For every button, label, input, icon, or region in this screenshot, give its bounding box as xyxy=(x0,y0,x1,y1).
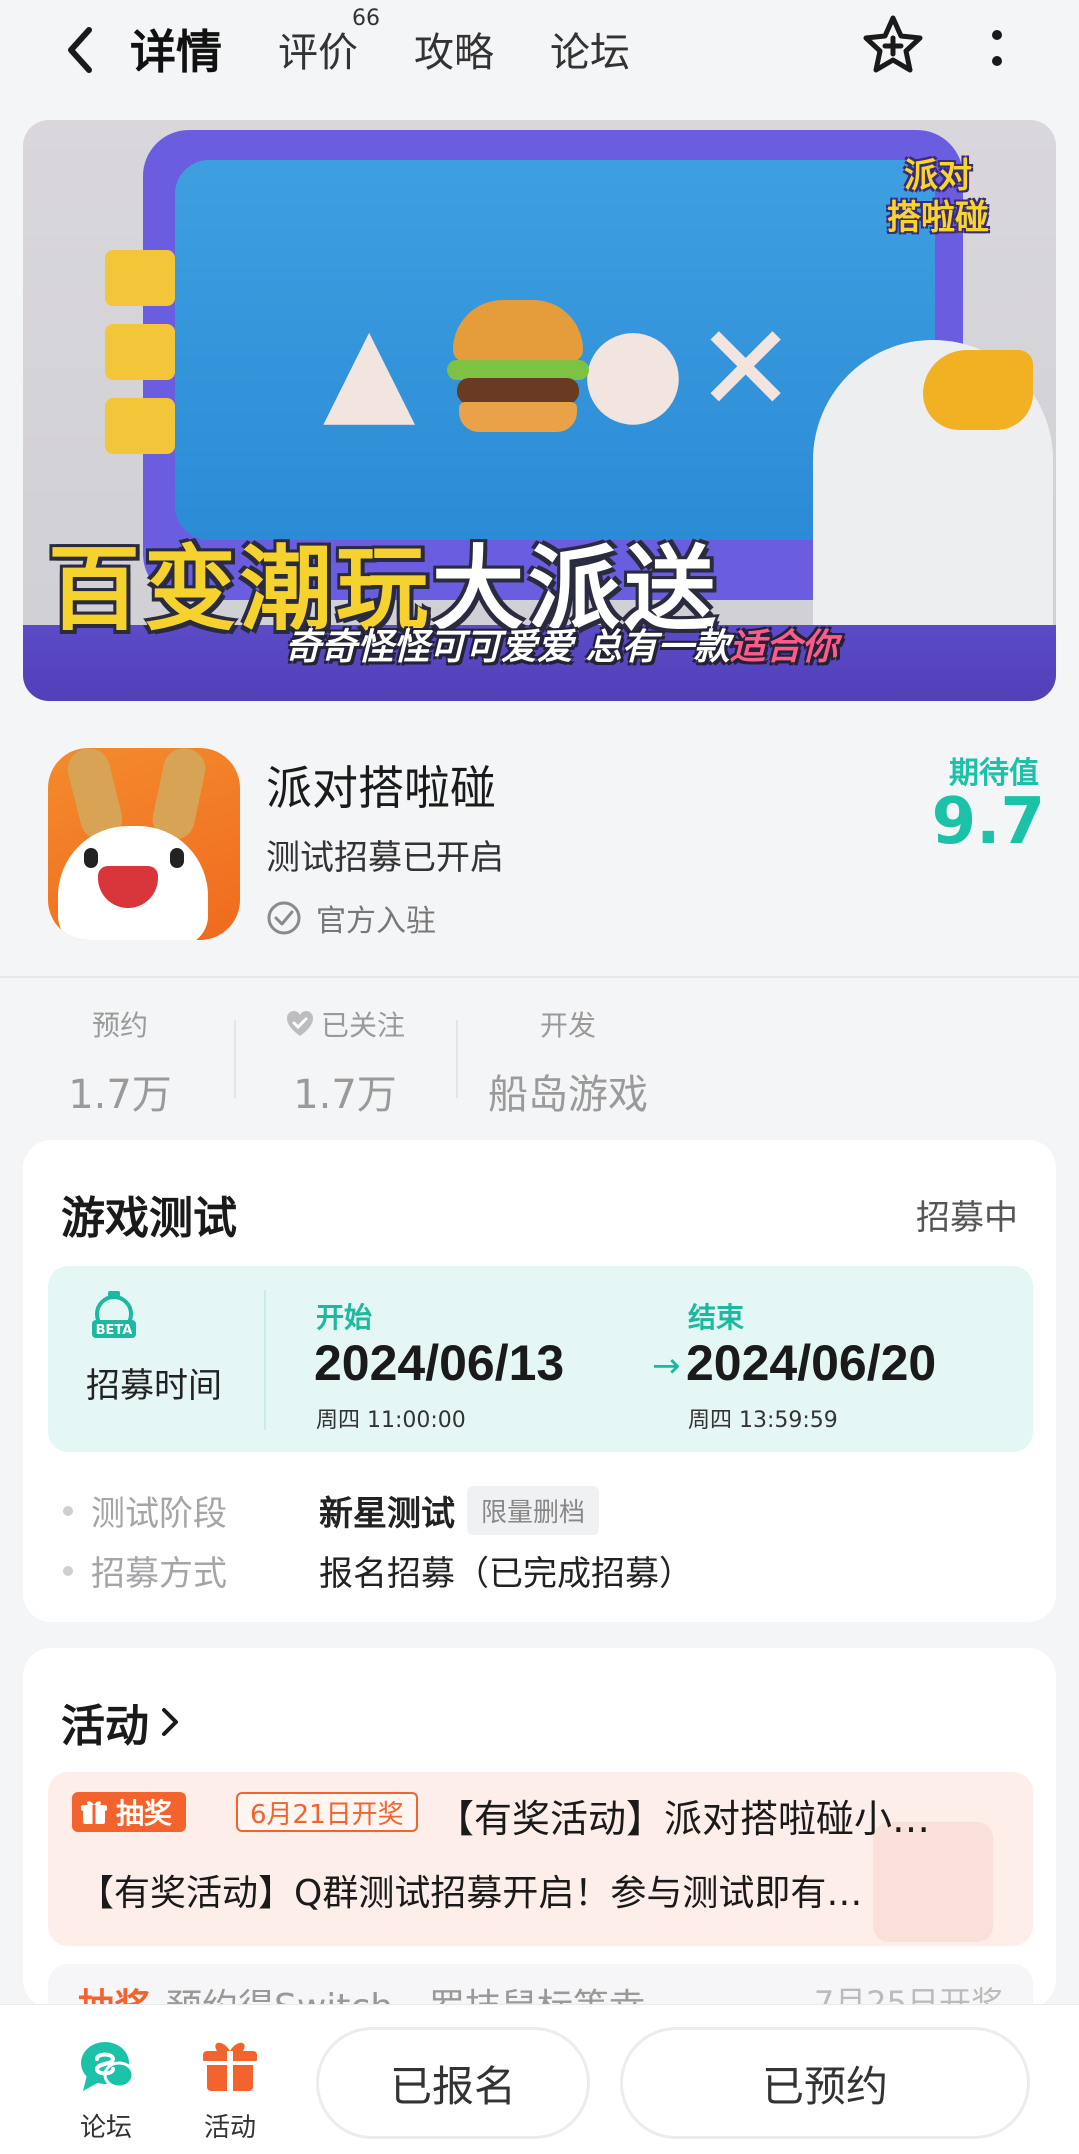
activity-title: 活动 xyxy=(61,1701,149,1752)
draw-date-tag: 6月21日开奖 xyxy=(236,1792,418,1832)
recruit-time-box: BETA 招募时间 开始 2024/06/13 周四 11:00:00 → 结束… xyxy=(48,1266,1033,1452)
top-nav: 详情 评价 66 攻略 论坛 xyxy=(0,0,1079,110)
app-title: 派对搭啦碰 xyxy=(266,761,496,815)
activity-item-title: 【有奖活动】派对搭啦碰小… xyxy=(436,1797,931,1841)
tab-forum[interactable]: 论坛 xyxy=(550,20,630,78)
stat-reservations-label: 预约 xyxy=(91,1009,148,1042)
start-label: 开始 xyxy=(316,1301,373,1334)
recruit-method-value: 报名招募（已完成招募） xyxy=(319,1554,693,1594)
end-time: 周四 13:59:59 xyxy=(688,1408,838,1433)
beta-icon-text: BETA xyxy=(96,1323,133,1338)
end-label: 结束 xyxy=(688,1301,745,1334)
tab-forum-label: 论坛 xyxy=(550,30,630,76)
activity-card: 活动 抽奖 6月21日开奖 【有奖活动】派对搭啦碰小… 【有奖活动】Q群测试招募… xyxy=(23,1648,1056,2024)
banner-headline: 百变潮玩大派送 xyxy=(48,515,948,643)
tab-bar: 详情 评价 66 攻略 论坛 xyxy=(124,6,686,84)
official-label: 官方入驻 xyxy=(316,904,436,939)
signed-up-button[interactable]: 已报名 xyxy=(316,2027,590,2139)
app-icon xyxy=(48,748,240,940)
chevron-left-icon xyxy=(68,27,92,73)
activity-header[interactable]: 活动 xyxy=(61,1690,181,1754)
arrow-icon: → xyxy=(652,1346,681,1386)
stat-followers: 已关注 1.7万 xyxy=(270,1004,420,1120)
more-options-button[interactable] xyxy=(980,18,1014,78)
star-plus-icon xyxy=(863,15,923,73)
back-button[interactable] xyxy=(55,22,105,78)
stat-developer-value: 船岛游戏 xyxy=(488,1072,648,1118)
test-phase-row: 测试阶段 新星测试 限量删档 xyxy=(63,1486,600,1535)
game-test-card: 游戏测试 招募中 BETA 招募时间 开始 2024/06/13 周四 11:0… xyxy=(23,1140,1056,1622)
test-phase-tag: 限量删档 xyxy=(467,1486,600,1535)
gift-icon xyxy=(81,1801,107,1824)
stat-reservations-value: 1.7万 xyxy=(68,1072,172,1118)
follow-star-button[interactable] xyxy=(860,12,926,78)
heart-check-icon xyxy=(286,1011,313,1036)
banner-subline: 奇奇怪怪可可爱爱 总有一款适合你 xyxy=(285,618,838,670)
chevron-right-icon xyxy=(162,1708,178,1736)
game-test-title: 游戏测试 xyxy=(61,1193,237,1244)
banner-mascot-beak xyxy=(923,350,1033,430)
app-subtitle: 测试招募已开启 xyxy=(266,838,504,878)
tab-reviews[interactable]: 评价 66 xyxy=(278,6,380,78)
tab-reviews-label: 评价 xyxy=(278,30,358,76)
activity-item-desc: 【有奖活动】Q群测试招募开启！参与测试即有… xyxy=(78,1873,863,1914)
official-badge: 官方入驻 xyxy=(266,896,436,940)
stat-separator xyxy=(234,1020,236,1098)
recruit-method-row: 招募方式 报名招募（已完成招募） xyxy=(63,1546,693,1595)
test-phase-value: 新星测试 xyxy=(319,1494,455,1534)
start-date: 2024/06/13 xyxy=(314,1335,565,1391)
beta-timer-icon: BETA xyxy=(92,1291,136,1338)
tab-guides-label: 攻略 xyxy=(414,30,494,76)
banner-game-logo: 派对 搭啦碰 xyxy=(887,156,989,238)
banner-subline-white: 奇奇怪怪可可爱爱 总有一款 xyxy=(285,627,730,668)
activity-button-label: 活动 xyxy=(203,2113,256,2143)
activity-button[interactable]: 活动 xyxy=(180,2035,280,2144)
promo-banner[interactable]: ▲ ●✕ 派对 搭啦碰 百变潮玩大派送 奇奇怪怪可可爱爱 总有一款适合你 xyxy=(23,120,1056,701)
stat-followers-value: 1.7万 xyxy=(293,1072,397,1118)
expect-score: 9.7 xyxy=(931,785,1045,859)
stat-developer[interactable]: 开发 船岛游戏 xyxy=(478,1004,658,1120)
activity-item[interactable]: 抽奖 6月21日开奖 【有奖活动】派对搭啦碰小… 【有奖活动】Q群测试招募开启！… xyxy=(48,1772,1033,1946)
forum-button-label: 论坛 xyxy=(79,2113,132,2143)
recruit-time-label: 招募时间 xyxy=(86,1366,222,1406)
banner-controller-art xyxy=(105,250,175,480)
chat-bubble-icon xyxy=(81,2042,135,2091)
tab-details[interactable]: 详情 xyxy=(124,16,228,82)
tab-guides[interactable]: 攻略 xyxy=(414,20,494,78)
end-date: 2024/06/20 xyxy=(686,1335,937,1391)
section-divider xyxy=(0,976,1079,978)
recruit-separator xyxy=(264,1290,266,1430)
check-circle-icon xyxy=(267,901,301,935)
test-phase-key: 测试阶段 xyxy=(91,1494,227,1534)
stat-separator xyxy=(456,1020,458,1098)
more-vertical-icon xyxy=(992,30,1002,66)
bottom-action-bar: 论坛 活动 已报名 已预约 xyxy=(0,2004,1079,2154)
recruit-method-key: 招募方式 xyxy=(91,1554,227,1594)
lottery-tag: 抽奖 xyxy=(72,1792,187,1832)
tab-details-label: 详情 xyxy=(130,25,222,79)
stat-reservations: 预约 1.7万 xyxy=(50,1004,190,1120)
gift-icon xyxy=(203,2042,257,2091)
stat-followers-label: 已关注 xyxy=(320,1009,405,1042)
stat-developer-label: 开发 xyxy=(539,1009,596,1042)
recruit-status: 招募中 xyxy=(916,1198,1018,1238)
reviews-count-badge: 66 xyxy=(352,6,380,31)
banner-burger-art xyxy=(447,300,589,432)
forum-button[interactable]: 论坛 xyxy=(56,2035,156,2144)
bullet-dot xyxy=(63,1505,73,1516)
reserved-button[interactable]: 已预约 xyxy=(620,2027,1030,2139)
start-time: 周四 11:00:00 xyxy=(316,1408,466,1433)
bullet-dot xyxy=(63,1565,73,1576)
banner-subline-pink: 适合你 xyxy=(729,627,838,668)
lottery-tag-label: 抽奖 xyxy=(116,1797,173,1830)
